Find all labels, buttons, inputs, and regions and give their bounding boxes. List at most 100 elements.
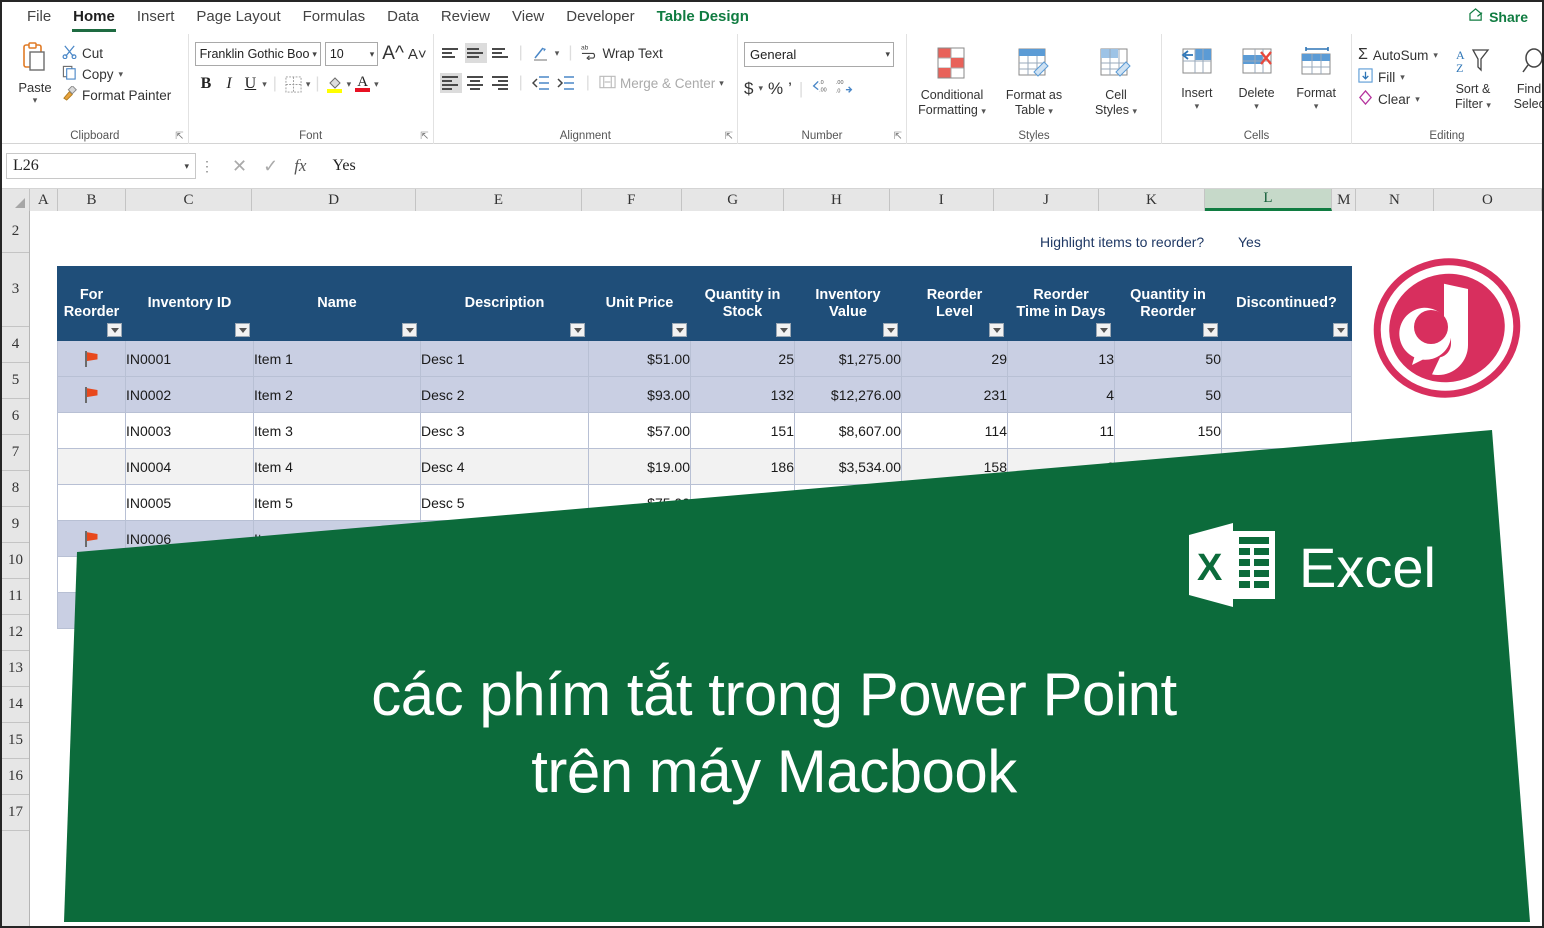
row-header-4[interactable]: 4 <box>2 327 29 363</box>
cell-name[interactable]: Item 5 <box>253 484 421 521</box>
chevron-down-icon[interactable]: ▾ <box>184 161 189 172</box>
tab-home[interactable]: Home <box>62 4 126 32</box>
tab-review[interactable]: Review <box>430 4 501 31</box>
increase-indent-button[interactable] <box>555 75 577 91</box>
col-reorder-level[interactable]: Reorder Level <box>901 266 1008 341</box>
cell-quantity-in-stock[interactable] <box>690 520 795 557</box>
column-header-G[interactable]: G <box>681 189 785 211</box>
row-header-6[interactable]: 6 <box>2 399 29 435</box>
number-format-select[interactable]: General ▾ <box>744 42 895 67</box>
comma-style-button[interactable]: ’ <box>788 79 792 99</box>
table-row[interactable] <box>57 556 1352 593</box>
cell-for-reorder[interactable] <box>57 484 126 521</box>
column-header-A[interactable]: A <box>29 189 59 211</box>
cell-reorder-level[interactable]: 114 <box>901 412 1008 449</box>
insert-cells-button[interactable]: Insert ▾ <box>1168 44 1226 111</box>
filter-dropdown-icon[interactable] <box>989 323 1004 337</box>
cell-description[interactable]: Desc 2 <box>420 376 589 413</box>
merge-center-button[interactable]: Merge & Center ▾ <box>599 74 724 93</box>
filter-dropdown-icon[interactable] <box>776 323 791 337</box>
cell-quantity-in-reorder[interactable]: 150 <box>1114 412 1222 449</box>
cut-button[interactable]: Cut <box>62 44 171 62</box>
cell-unit-price[interactable] <box>588 520 691 557</box>
chevron-down-icon[interactable]: ▾ <box>885 49 890 60</box>
column-header-N[interactable]: N <box>1356 189 1434 211</box>
cell-discontinued[interactable] <box>1221 376 1352 413</box>
decrease-decimal-button[interactable]: .00.0 <box>835 77 855 100</box>
cell-inventory-id[interactable]: IN0003 <box>125 412 254 449</box>
cell-inventory-value[interactable]: $4,650.00 <box>794 484 902 521</box>
cell-for-reorder[interactable] <box>57 376 126 413</box>
tab-data[interactable]: Data <box>376 4 430 31</box>
cell-quantity-in-stock[interactable]: 62 <box>690 484 795 521</box>
cell-quantity-in-stock[interactable]: 132 <box>690 376 795 413</box>
row-header-3[interactable]: 3 <box>2 253 29 327</box>
clear-button[interactable]: Clear ▾ <box>1358 89 1438 108</box>
table-row[interactable]: IN0002 Item 2 Desc 2 $93.00 132 $12,276.… <box>57 376 1352 413</box>
cell-reorder-level[interactable] <box>901 520 1008 557</box>
align-center-button[interactable] <box>465 73 487 93</box>
filter-dropdown-icon[interactable] <box>672 323 687 337</box>
cell-name[interactable]: Item 1 <box>253 340 421 377</box>
alignment-dialog-launcher[interactable]: ⇱ <box>725 131 733 142</box>
cell-discontinued[interactable] <box>1221 340 1352 377</box>
align-middle-button[interactable] <box>464 43 487 63</box>
column-header-B[interactable]: B <box>58 189 127 211</box>
chevron-down-icon[interactable]: ▾ <box>374 79 379 90</box>
column-header-C[interactable]: C <box>126 189 252 211</box>
chevron-down-icon[interactable]: ▾ <box>1195 101 1200 111</box>
formula-bar-expand-handle[interactable]: ⋮ <box>196 158 218 175</box>
cell-inventory-id[interactable]: IN0004 <box>125 448 254 485</box>
cell-reorder-time-in-days[interactable] <box>1007 484 1115 521</box>
font-color-button[interactable]: A <box>353 75 372 92</box>
filter-dropdown-icon[interactable] <box>402 323 417 337</box>
format-cells-button[interactable]: Format ▾ <box>1287 44 1345 111</box>
cell-reorder-time-in-days[interactable]: 6 <box>1007 448 1115 485</box>
cell-for-reorder[interactable] <box>57 412 126 449</box>
cell-unit-price[interactable]: $19.00 <box>588 448 691 485</box>
name-box[interactable]: L26 ▾ <box>6 153 196 179</box>
cell-quantity-in-stock[interactable]: 25 <box>690 340 795 377</box>
borders-button[interactable] <box>283 75 304 93</box>
formula-input[interactable]: Yes <box>320 153 1538 179</box>
conditional-formatting-button[interactable]: Conditional Formatting ▾ <box>913 44 991 117</box>
filter-dropdown-icon[interactable] <box>570 323 585 337</box>
cell-unit-price[interactable]: $75.00 <box>588 484 691 521</box>
chevron-down-icon[interactable]: ▾ <box>758 83 763 94</box>
wrap-text-button[interactable]: ab Wrap Text <box>581 43 662 63</box>
number-dialog-launcher[interactable]: ⇱ <box>894 131 902 142</box>
chevron-down-icon[interactable]: ▾ <box>33 95 38 106</box>
cell-description[interactable]: Desc 6 <box>420 520 589 557</box>
row-header-5[interactable]: 5 <box>2 363 29 399</box>
cell-quantity-in-stock[interactable]: 151 <box>690 412 795 449</box>
table-row[interactable]: IN0005 Item 5 Desc 5 $75.00 62 $4,650.00 <box>57 484 1352 521</box>
cell-name[interactable]: Item 6 <box>253 520 421 557</box>
orientation-button[interactable] <box>530 44 552 62</box>
filter-dropdown-icon[interactable] <box>107 323 122 337</box>
filter-dropdown-icon[interactable] <box>1096 323 1111 337</box>
row-header-12[interactable]: 12 <box>2 615 29 651</box>
cell-quantity-in-reorder[interactable]: 50 <box>1114 448 1222 485</box>
cell-discontinued[interactable] <box>1221 412 1352 449</box>
column-header-D[interactable]: D <box>251 189 417 211</box>
decrease-font-size-button[interactable]: A˅ <box>408 46 427 63</box>
row-header-9[interactable]: 9 <box>2 507 29 543</box>
cell-inventory-id[interactable]: IN0005 <box>125 484 254 521</box>
format-painter-button[interactable]: Format Painter <box>62 85 171 104</box>
clipboard-dialog-launcher[interactable]: ⇱ <box>175 131 183 142</box>
decrease-indent-button[interactable] <box>530 75 552 91</box>
find-select-button[interactable]: Find & Select ▾ <box>1506 44 1542 111</box>
table-row[interactable] <box>57 592 1352 629</box>
align-top-button[interactable] <box>440 43 462 63</box>
col-reorder-time-in-days[interactable]: Reorder Time in Days <box>1007 266 1115 341</box>
cell-name[interactable]: Item 2 <box>253 376 421 413</box>
col-description[interactable]: Description <box>420 266 589 341</box>
col-name[interactable]: Name <box>253 266 421 341</box>
tab-table-design[interactable]: Table Design <box>646 4 760 31</box>
cell-for-reorder[interactable] <box>57 448 126 485</box>
tab-insert[interactable]: Insert <box>126 4 186 31</box>
cancel-entry-icon[interactable]: ✕ <box>232 156 247 177</box>
confirm-entry-icon[interactable]: ✓ <box>263 156 278 177</box>
cell-reorder-time-in-days[interactable]: 4 <box>1007 376 1115 413</box>
delete-cells-button[interactable]: Delete ▾ <box>1228 44 1286 111</box>
